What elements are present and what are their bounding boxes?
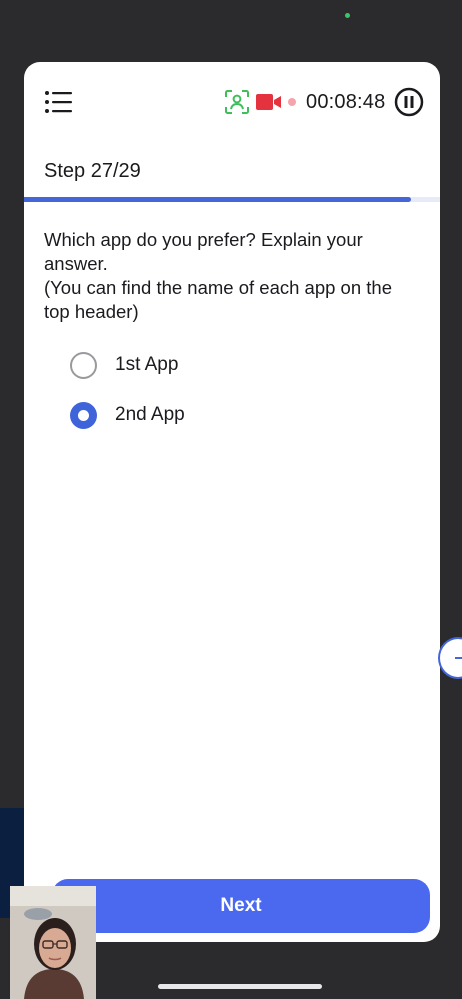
home-indicator[interactable] [158, 984, 322, 989]
question-line: top header) [44, 301, 139, 322]
question-line: (You can find the name of each app on th… [44, 277, 392, 298]
side-drawer-handle[interactable] [438, 637, 462, 679]
recording-timer: 00:08:48 [306, 90, 386, 113]
radio-button-selected[interactable] [70, 401, 97, 429]
minus-icon [455, 657, 462, 659]
recording-status: 00:08:48 [224, 86, 424, 118]
radio-dot [78, 409, 89, 421]
option-label: 2nd App [115, 404, 185, 425]
answer-options: 1st App 2nd App [70, 350, 185, 450]
recording-dot-icon [288, 98, 296, 106]
survey-card: 00:08:48 Step 27/29 Which app do you pre… [24, 62, 440, 942]
option-1st-app[interactable]: 1st App [70, 350, 185, 380]
next-button[interactable]: Next [52, 879, 430, 933]
face-detection-icon [225, 90, 249, 114]
webcam-person-image [10, 886, 96, 999]
option-label: 1st App [115, 354, 179, 375]
pause-icon[interactable] [394, 87, 424, 117]
camera-indicator-dot [345, 13, 350, 18]
radio-button[interactable] [70, 351, 97, 379]
progress-bar [24, 197, 440, 202]
question-line: answer. [44, 253, 108, 274]
question-line: Which app do you prefer? Explain your [44, 229, 363, 250]
webcam-preview [10, 886, 96, 999]
progress-bar-fill [24, 197, 412, 202]
question-text: Which app do you prefer? Explain your an… [44, 228, 434, 324]
hamburger-menu-icon[interactable] [44, 90, 74, 114]
option-2nd-app[interactable]: 2nd App [70, 400, 185, 430]
video-camera-icon [256, 94, 281, 110]
step-counter: Step 27/29 [44, 160, 141, 182]
